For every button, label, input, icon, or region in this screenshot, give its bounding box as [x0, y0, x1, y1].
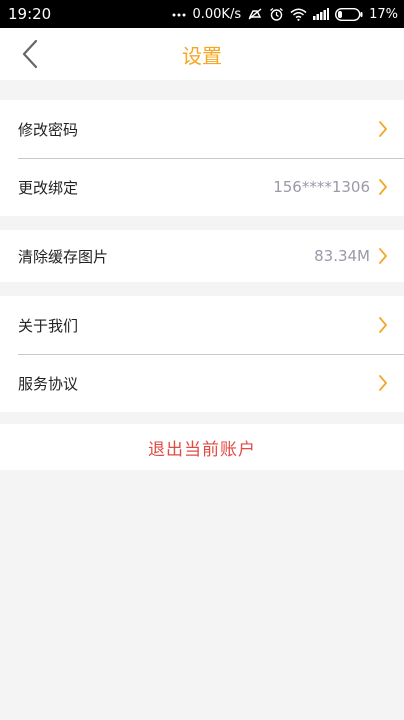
settings-screen: 19:20 0.00K/s 17% 设置 修改密码 更改绑定 156****13… [0, 0, 404, 720]
chevron-right-icon [378, 247, 388, 265]
battery-percent: 17% [369, 6, 398, 22]
row-label: 修改密码 [18, 120, 79, 139]
row-label: 服务协议 [18, 374, 79, 393]
cache-size-value: 83.34M [314, 247, 370, 265]
row-label: 清除缓存图片 [18, 247, 109, 266]
dots-icon [172, 11, 186, 17]
chevron-left-icon [22, 39, 38, 69]
status-bar: 19:20 0.00K/s 17% [0, 0, 404, 28]
change-binding-row[interactable]: 更改绑定 156****1306 [0, 158, 404, 216]
status-time: 19:20 [8, 5, 52, 23]
page-title: 设置 [182, 43, 222, 68]
chevron-right-icon [378, 374, 388, 392]
logout-button[interactable]: 退出当前账户 [0, 424, 404, 470]
about-us-row[interactable]: 关于我们 [0, 296, 404, 354]
back-button[interactable] [10, 28, 50, 80]
row-label: 关于我们 [18, 316, 79, 335]
app-header: 设置 [0, 28, 404, 80]
battery-icon [335, 7, 363, 21]
change-password-row[interactable]: 修改密码 [0, 100, 404, 158]
chevron-right-icon [378, 120, 388, 138]
account-settings-group: 修改密码 更改绑定 156****1306 [0, 100, 404, 216]
mute-icon [247, 7, 263, 21]
service-agreement-row[interactable]: 服务协议 [0, 354, 404, 412]
status-indicators: 0.00K/s 17% [172, 7, 398, 22]
wifi-icon [290, 8, 307, 21]
cache-group: 清除缓存图片 83.34M [0, 230, 404, 282]
row-label: 更改绑定 [18, 178, 79, 197]
network-speed: 0.00K/s [192, 6, 242, 22]
logout-label: 退出当前账户 [148, 439, 256, 460]
bound-phone-value: 156****1306 [273, 178, 370, 196]
chevron-right-icon [378, 178, 388, 196]
clear-cache-row[interactable]: 清除缓存图片 83.34M [0, 230, 404, 282]
alarm-icon [269, 7, 284, 22]
about-group: 关于我们 服务协议 [0, 296, 404, 412]
chevron-right-icon [378, 316, 388, 334]
signal-icon [313, 8, 330, 20]
